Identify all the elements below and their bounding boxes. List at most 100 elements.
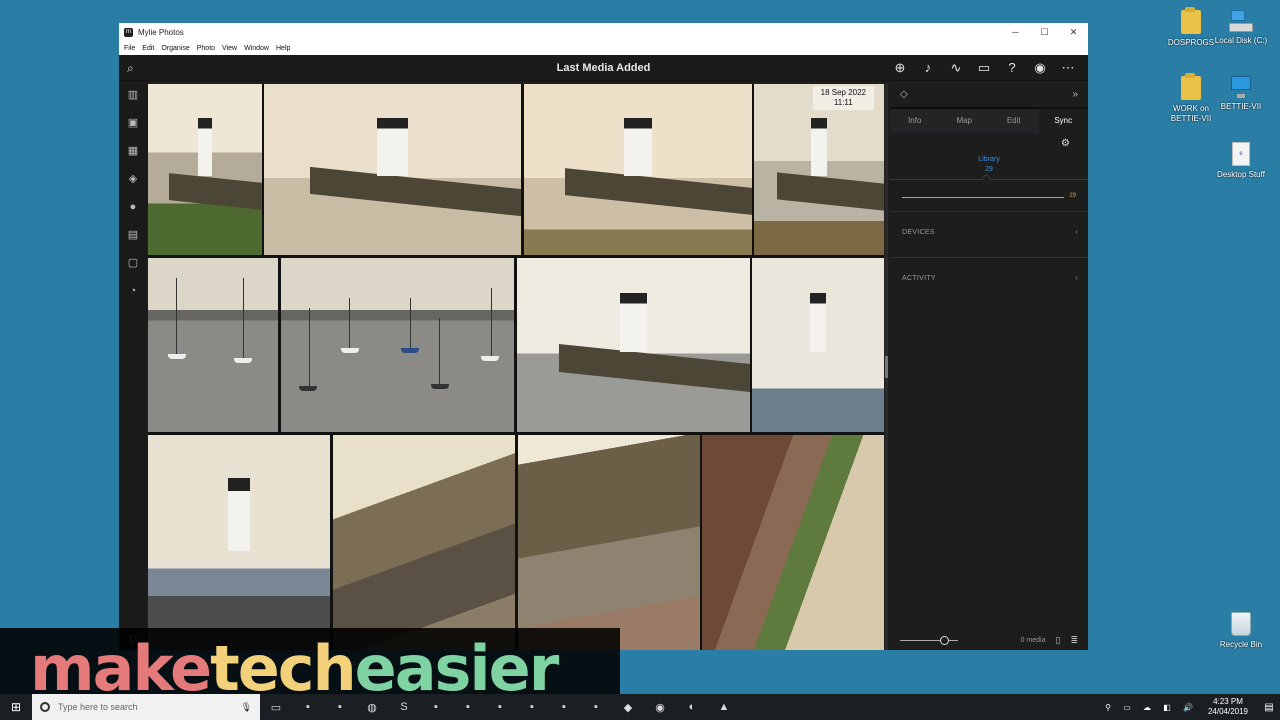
app-icon[interactable]: ▪ — [580, 701, 612, 714]
shortcut-folder-icon — [1181, 73, 1201, 100]
desktop-icon-bettie-vii[interactable]: BETTIE-VII — [1212, 76, 1270, 112]
desktop-icon-local-disk[interactable]: Local Disk (C:) — [1212, 10, 1270, 46]
taskbar-clock[interactable]: 4:23 PM 24/04/2019 — [1208, 697, 1248, 717]
desktop-icon-label: Recycle Bin — [1219, 640, 1263, 649]
app-icon[interactable]: ▲ — [708, 701, 740, 714]
library-bar-value: 29 — [1069, 193, 1076, 199]
app-icon[interactable]: ▪ — [516, 701, 548, 714]
photo-thumbnail[interactable] — [148, 258, 278, 432]
app-icon[interactable]: ▪ — [324, 701, 356, 714]
library-count: 29 — [985, 166, 993, 173]
more-icon[interactable]: ⋯ — [1054, 59, 1082, 77]
maximize-icon[interactable]: ☐ — [1030, 27, 1059, 38]
panel-tabs: Info Map Edit Sync — [890, 109, 1088, 133]
microphone-icon[interactable]: 🎙 — [241, 702, 252, 713]
section-activity[interactable]: ACTIVITY ‹ — [902, 275, 1078, 282]
firefox-icon[interactable]: ◐ — [676, 701, 708, 714]
devices-icon[interactable]: ▭ — [970, 59, 998, 77]
scrollbar-thumb[interactable] — [885, 356, 888, 378]
photo-thumbnail[interactable]: 18 Sep 2022 11:11 — [754, 84, 884, 255]
slider-knob[interactable] — [940, 635, 949, 645]
notification-icon[interactable]: ▤ — [1258, 702, 1280, 713]
menu-photo[interactable]: Photo — [197, 45, 215, 52]
menu-window[interactable]: Window — [244, 45, 269, 52]
app-icon[interactable]: ▪ — [548, 701, 580, 714]
steam-icon[interactable]: ◍ — [356, 701, 388, 714]
zoom-slider[interactable] — [900, 635, 958, 645]
calendar-icon[interactable]: ▦ — [119, 137, 147, 165]
location-pin-icon[interactable]: ◈ — [119, 165, 147, 193]
search-icon[interactable]: ⌕ — [127, 61, 134, 76]
windows-start-icon[interactable]: ⊞ — [0, 700, 32, 714]
divider — [890, 257, 1088, 258]
photo-thumbnail[interactable] — [517, 258, 750, 432]
photo-thumbnail[interactable] — [148, 84, 262, 255]
clipboard-icon[interactable]: ▯ — [1056, 635, 1061, 646]
photos-icon[interactable]: ▣ — [119, 109, 147, 137]
menu-organise[interactable]: Organise — [161, 45, 189, 52]
tab-map[interactable]: Map — [940, 109, 990, 133]
menu-view[interactable]: View — [222, 45, 237, 52]
task-view-icon[interactable]: ▭ — [260, 701, 292, 714]
collapse-panel-icon[interactable]: » — [1072, 89, 1078, 100]
app-icon[interactable]: ▪ — [292, 701, 324, 714]
recycle-bin-icon — [1231, 612, 1251, 636]
media-count: 0 media — [1020, 636, 1046, 644]
activity-icon[interactable]: ∿ — [942, 59, 970, 77]
section-devices[interactable]: DEVICES ‹ — [902, 229, 1078, 236]
section-devices-label: DEVICES — [902, 229, 935, 236]
tab-edit[interactable]: Edit — [989, 109, 1039, 133]
app-icon[interactable]: ▪ — [484, 701, 516, 714]
folder-icon[interactable]: ▢ — [119, 249, 147, 277]
taskbar-search[interactable]: Type here to search 🎙 — [32, 694, 260, 720]
skype-icon[interactable]: S — [388, 701, 420, 714]
desktop-icon-recycle-bin[interactable]: Recycle Bin — [1212, 612, 1270, 650]
photo-thumbnail[interactable] — [281, 258, 514, 432]
menu-edit[interactable]: Edit — [142, 45, 154, 52]
photo-thumbnail[interactable] — [702, 435, 884, 650]
photo-thumbnail[interactable] — [752, 258, 884, 432]
window-titlebar[interactable]: m Mylie Photos ─ ☐ ✕ — [119, 23, 1088, 41]
photo-thumbnail[interactable] — [148, 435, 330, 650]
main-toolbar: ⌕ Last Media Added ⊕ ♪ ∿ ▭ ? ◉ ⋯ — [119, 55, 1088, 81]
account-icon[interactable]: ◉ — [1026, 59, 1054, 77]
desktop-icon-label: Desktop Stuff — [1217, 170, 1265, 179]
window-controls: ─ ☐ ✕ — [1001, 27, 1088, 38]
toolbar-actions: ⊕ ♪ ∿ ▭ ? ◉ ⋯ — [886, 59, 1082, 77]
photo-thumbnail[interactable] — [524, 84, 752, 255]
gear-icon[interactable]: ⚙ — [1061, 138, 1070, 149]
minimize-icon[interactable]: ─ — [1001, 27, 1030, 38]
photo-thumbnail[interactable] — [333, 435, 515, 650]
app-icon[interactable]: ▪ — [420, 701, 452, 714]
tab-sync[interactable]: Sync — [1038, 109, 1088, 133]
bell-icon[interactable]: ♪ — [914, 59, 942, 77]
albums-icon[interactable]: ▤ — [119, 221, 147, 249]
grid-scrollbar[interactable] — [885, 84, 888, 650]
folder-icon — [1181, 7, 1201, 34]
list-icon[interactable]: ≣ — [1070, 635, 1078, 646]
close-icon[interactable]: ✕ — [1059, 27, 1088, 38]
sidebar-toggle-icon[interactable]: ▥ — [119, 81, 147, 109]
dashboard-icon[interactable]: ◔ — [119, 277, 147, 305]
menu-help[interactable]: Help — [276, 45, 290, 52]
menu-bar: File Edit Organise Photo View Window Hel… — [119, 41, 1088, 55]
menu-file[interactable]: File — [124, 45, 135, 52]
library-selector[interactable]: Library 29 — [890, 155, 1088, 175]
chrome-icon[interactable]: ◉ — [644, 701, 676, 714]
help-icon[interactable]: ? — [998, 59, 1026, 77]
people-icon[interactable]: ● — [119, 193, 147, 221]
tag-icon[interactable]: ◇ — [900, 89, 908, 100]
chevron-left-icon: ‹ — [1075, 275, 1078, 282]
document-icon: e — [1232, 142, 1250, 166]
desktop-icon-desktop-stuff[interactable]: e Desktop Stuff — [1212, 142, 1270, 180]
add-icon[interactable]: ⊕ — [886, 59, 914, 77]
app-icon[interactable]: ▪ — [452, 701, 484, 714]
photo-thumbnail[interactable] — [264, 84, 521, 255]
divider — [890, 211, 1088, 212]
tab-info[interactable]: Info — [890, 109, 940, 133]
desktop-icon-label: Local Disk (C:) — [1214, 36, 1268, 45]
tray-icons[interactable]: ⚲ ▭ ☁ ◧ 🔊 — [1105, 703, 1198, 712]
app-icon[interactable]: ◆ — [612, 701, 644, 714]
photo-thumbnail[interactable] — [518, 435, 700, 650]
computer-icon — [1229, 76, 1253, 98]
